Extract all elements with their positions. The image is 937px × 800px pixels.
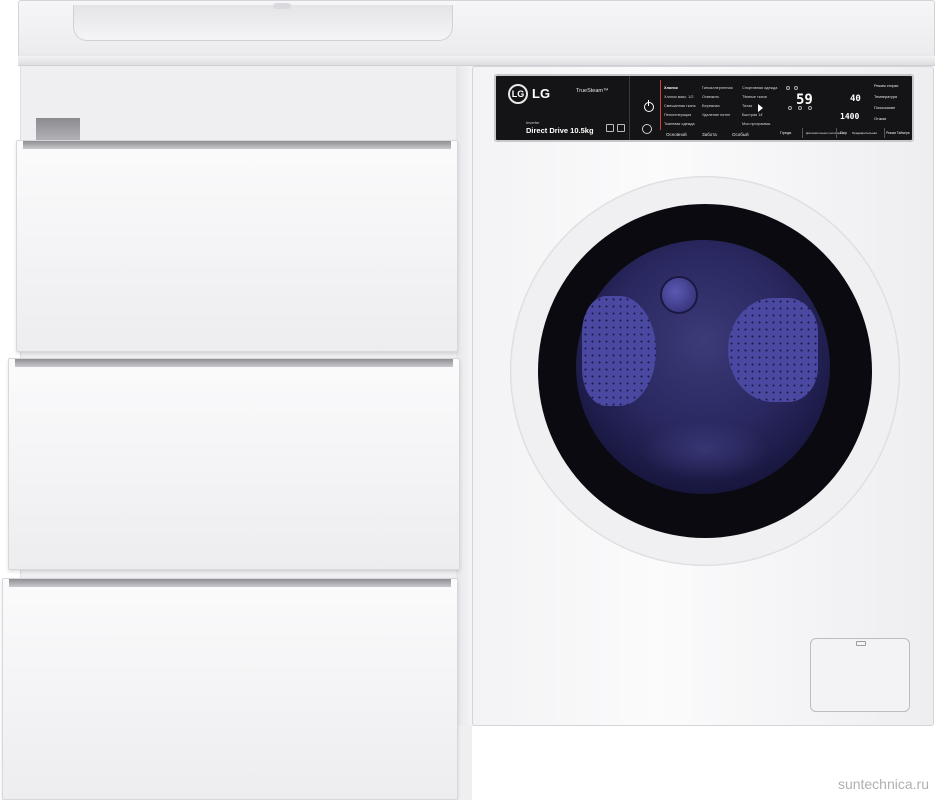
option-button-label[interactable]: Отжим	[874, 117, 886, 121]
program-item[interactable]: Освежить	[702, 95, 719, 99]
program-item[interactable]: Смешанная ткань	[664, 104, 696, 108]
display-section: 59 40 1400 Режим стирки Температура Поло…	[780, 76, 916, 140]
program-indicator-line	[660, 80, 661, 130]
start-pause-icon[interactable]	[758, 104, 763, 112]
divider	[836, 128, 837, 138]
badge-icon	[606, 124, 614, 132]
program-item[interactable]: Тканевая одежда	[664, 122, 695, 126]
program-item[interactable]: Тихая	[742, 104, 752, 108]
program-item[interactable]: Бережная	[702, 104, 720, 108]
divider	[802, 128, 803, 138]
lg-logo-icon: LG	[508, 84, 528, 104]
indicator-icon	[786, 86, 790, 90]
program-group-label: Основной	[666, 132, 687, 137]
drum-perforation-left	[582, 296, 656, 406]
drum-perforation-right	[728, 298, 818, 402]
program-item[interactable]: Хлопок	[664, 86, 678, 90]
option-button-label[interactable]: Полоскание	[874, 106, 895, 110]
watermark: suntechnica.ru	[837, 776, 929, 792]
drain-hole	[273, 3, 291, 9]
indicator-icon	[788, 106, 792, 110]
brand-name: LG	[532, 86, 551, 101]
countertop-edge	[18, 56, 935, 66]
drawer-middle[interactable]	[8, 358, 460, 570]
program-item[interactable]: Хлопок макс. 1/2	[664, 95, 694, 99]
program-item[interactable]: Тёмные ткани	[742, 95, 767, 99]
direct-drive-label: Direct Drive 10.5kg	[526, 126, 594, 135]
drum-lifter	[660, 276, 698, 314]
hatch-tab[interactable]	[856, 641, 866, 646]
drawer-handle-groove[interactable]	[15, 359, 453, 367]
program-item[interactable]: Удаление пятен	[702, 113, 730, 117]
glass-reflection	[640, 420, 770, 480]
option-button-label[interactable]: Предв.	[780, 131, 792, 135]
child-lock-icon[interactable]	[642, 124, 652, 134]
badge-icon	[617, 124, 625, 132]
drawer-top[interactable]	[16, 140, 458, 352]
power-icon[interactable]	[644, 100, 654, 112]
sink-basin	[73, 5, 453, 41]
option-button-label[interactable]: Режим Таймера	[886, 131, 910, 135]
temperature-display: 40	[850, 94, 861, 104]
drawer-bottom[interactable]	[2, 578, 458, 800]
truesteam-label: TrueSteam™	[576, 88, 609, 94]
option-button-label[interactable]: Режим стирки	[874, 84, 898, 88]
control-panel: LG LG TrueSteam™ Inverter Direct Drive 1…	[494, 74, 914, 142]
program-item[interactable]: Мои программы	[742, 122, 770, 126]
spin-display: 1400	[840, 112, 860, 121]
program-item[interactable]: Спортивная одежда	[742, 86, 777, 90]
divider	[884, 128, 885, 138]
drawer-handle-groove[interactable]	[9, 579, 451, 587]
indicator-icon	[808, 106, 812, 110]
program-group-label: Особый	[732, 132, 749, 137]
option-button-label[interactable]: Дополнительное полоскание	[806, 131, 844, 135]
indicator-icon	[798, 106, 802, 110]
drawer-handle-groove[interactable]	[23, 141, 451, 149]
option-button-label[interactable]: Температура	[874, 95, 897, 99]
program-group-label: Забота	[702, 132, 717, 137]
program-item[interactable]: Гипоаллергенная	[702, 86, 733, 90]
program-item[interactable]: Пеногенерация	[664, 113, 691, 117]
program-item[interactable]: Быстрая 14'	[742, 113, 763, 117]
indicator-icon	[794, 86, 798, 90]
option-button-label[interactable]: Предварительная	[852, 131, 877, 135]
inverter-label: Inverter	[526, 120, 540, 125]
brand-section: LG LG TrueSteam™ Inverter Direct Drive 1…	[496, 76, 630, 140]
option-button-label[interactable]: Пар	[840, 131, 847, 135]
filter-service-hatch[interactable]	[810, 638, 910, 712]
